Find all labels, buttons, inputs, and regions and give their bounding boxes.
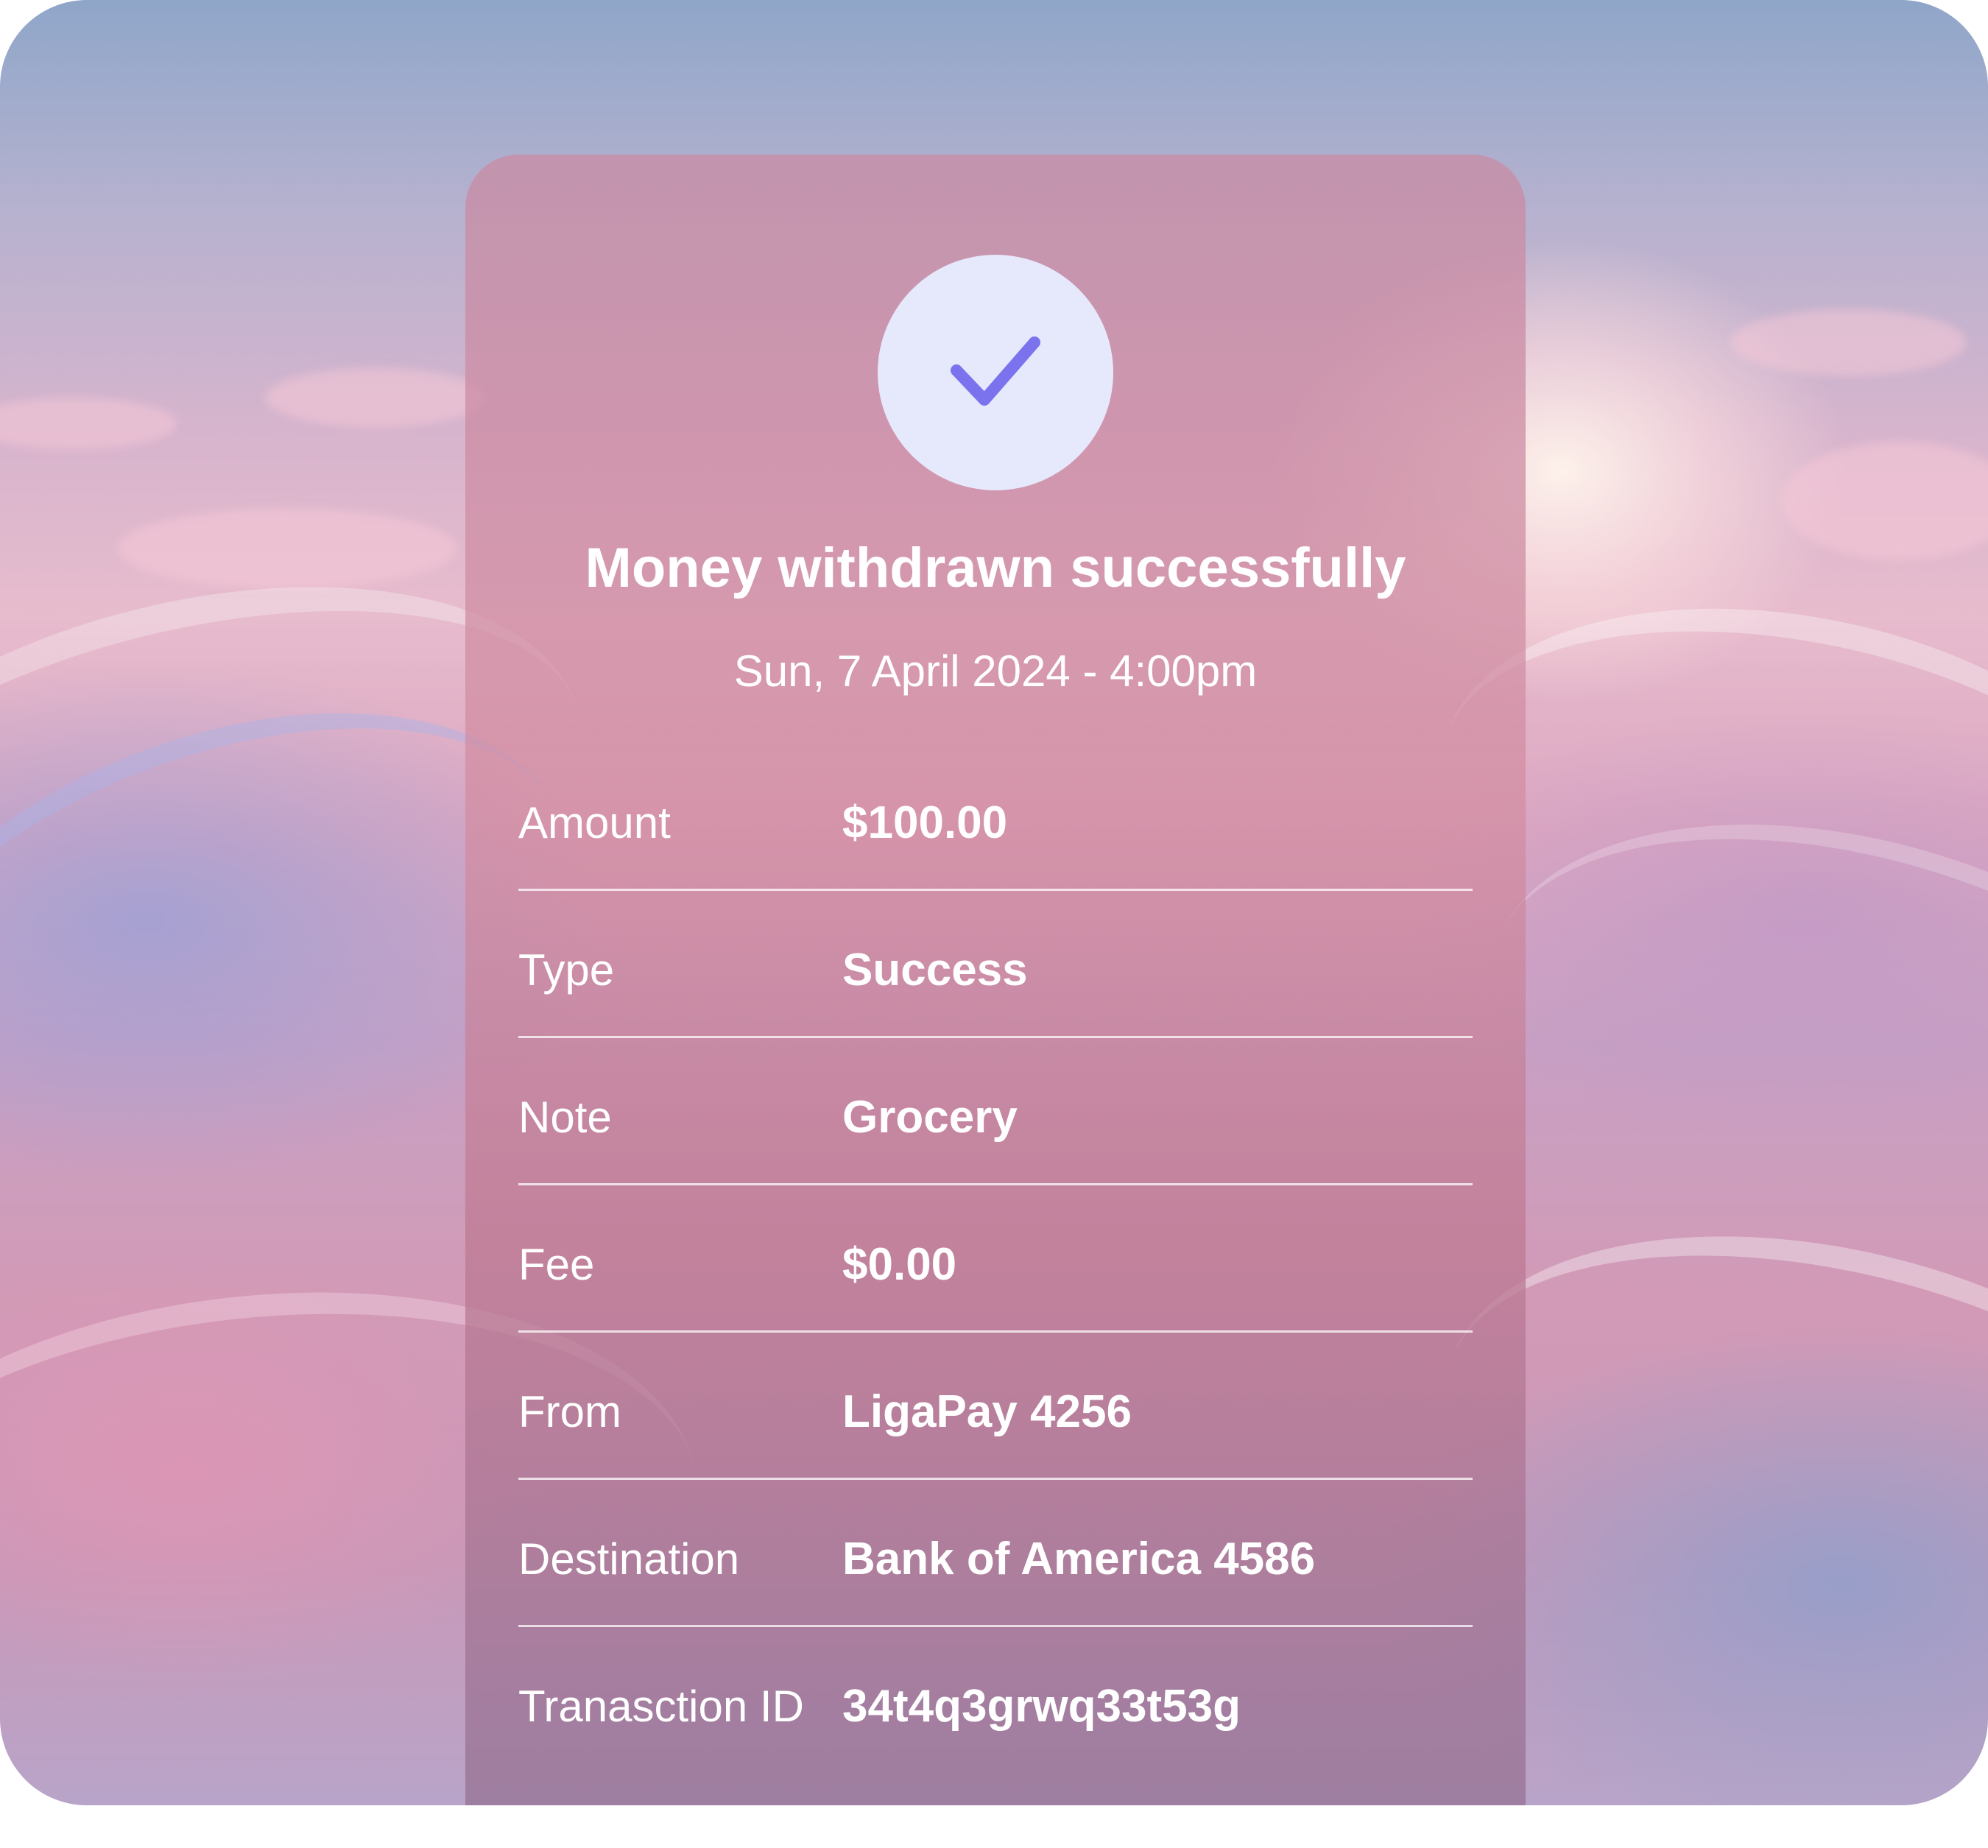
detail-label: Amount [518, 798, 671, 847]
detail-label: Fee [518, 1240, 595, 1289]
check-icon [951, 336, 1040, 406]
transaction-datetime: Sun, 7 April 2024 - 4:00pm [733, 646, 1258, 696]
details-list: Amount $100.00 Type Success Note Grocery… [518, 744, 1473, 1774]
detail-value: Success [842, 945, 1028, 995]
detail-row-note: Note Grocery [518, 1038, 1473, 1185]
detail-row-destination: Destination Bank of America 4586 [518, 1480, 1473, 1627]
detail-value: LigaPay 4256 [842, 1386, 1132, 1437]
success-badge [878, 255, 1113, 490]
receipt-card: Money withdrawn successfully Sun, 7 Apri… [465, 155, 1526, 1805]
detail-value: Bank of America 4586 [842, 1534, 1316, 1584]
detail-value: $100.00 [842, 797, 1008, 848]
cloud [1730, 309, 1966, 375]
detail-row-from: From LigaPay 4256 [518, 1333, 1473, 1480]
cloud [118, 508, 457, 589]
detail-value: 34t4q3grwq33t53g [842, 1681, 1241, 1732]
detail-value: Grocery [842, 1092, 1018, 1143]
background-scene: Money withdrawn successfully Sun, 7 Apri… [0, 0, 1988, 1805]
cloud [0, 398, 177, 449]
detail-row-type: Type Success [518, 891, 1473, 1038]
detail-value: $0.00 [842, 1239, 957, 1290]
detail-row-transaction-id: Tranasction ID 34t4q3grwq33t53g [518, 1627, 1473, 1774]
detail-label: Type [518, 945, 615, 995]
page-title: Money withdrawn successfully [585, 537, 1406, 599]
detail-label: Note [518, 1093, 612, 1142]
detail-label: Destination [518, 1534, 740, 1584]
detail-label: From [518, 1387, 621, 1436]
detail-row-amount: Amount $100.00 [518, 744, 1473, 891]
detail-row-fee: Fee $0.00 [518, 1185, 1473, 1333]
cloud [1782, 442, 1988, 560]
cloud [265, 368, 486, 427]
detail-label: Tranasction ID [518, 1682, 804, 1731]
